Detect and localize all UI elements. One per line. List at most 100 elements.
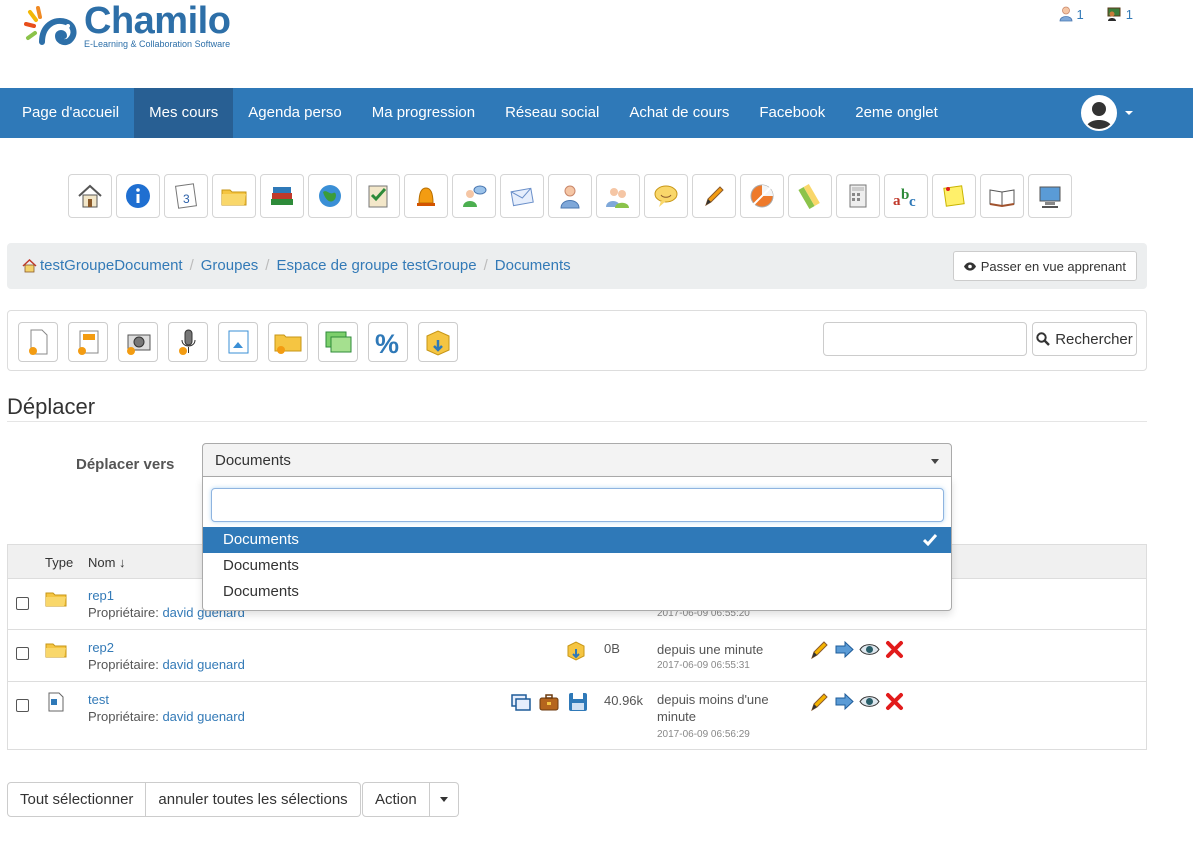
dropdown-option[interactable]: Documents [203, 579, 951, 605]
users-online-count: 1 [1076, 6, 1084, 22]
action-button[interactable]: Action [362, 782, 430, 817]
tool-documents[interactable] [212, 174, 256, 218]
owner-label: Propriétaire: [88, 657, 159, 672]
tool-announcements[interactable] [404, 174, 448, 218]
owner-link[interactable]: david guenard [162, 657, 244, 672]
tool-calendar[interactable]: 3 [164, 174, 208, 218]
move-arrow-icon[interactable] [834, 691, 855, 712]
edit-pencil-icon[interactable] [809, 691, 830, 712]
learner-view-button[interactable]: Passer en vue apprenant [952, 251, 1137, 281]
quota-button[interactable]: % [368, 322, 408, 362]
file-name-link[interactable]: rep2 [88, 640, 114, 655]
tool-description[interactable] [116, 174, 160, 218]
nav-item-second-tab[interactable]: 2eme onglet [840, 88, 953, 138]
move-arrow-icon[interactable] [834, 639, 855, 660]
svg-text:a: a [893, 193, 901, 209]
tool-links[interactable] [308, 174, 352, 218]
dropdown-search-input[interactable] [211, 488, 944, 522]
owner-link[interactable]: david guenard [162, 709, 244, 724]
nav-item-social[interactable]: Réseau social [490, 88, 614, 138]
action-button-group: Action [362, 782, 459, 817]
tool-exercises[interactable] [356, 174, 400, 218]
users-online-counter[interactable]: 1 [1059, 6, 1084, 22]
dropdown-option[interactable]: Documents [203, 527, 951, 553]
tool-learning-paths[interactable] [260, 174, 304, 218]
select-all-button[interactable]: Tout sélectionner [7, 782, 147, 817]
pie-icon [750, 184, 774, 208]
tool-home[interactable] [68, 174, 112, 218]
create-image-button[interactable] [118, 322, 158, 362]
preview-button[interactable] [510, 691, 532, 716]
avatar-silhouette-icon [1086, 102, 1112, 129]
tool-groups[interactable] [596, 174, 640, 218]
edit-pencil-icon[interactable] [809, 639, 830, 660]
eye-icon[interactable] [859, 691, 880, 712]
logo-subtitle: E-Learning & Collaboration Software [84, 39, 231, 49]
nav-item-agenda[interactable]: Agenda perso [233, 88, 356, 138]
eye-icon[interactable] [859, 639, 880, 660]
tool-glossary[interactable]: abc [884, 174, 928, 218]
action-dropdown-toggle[interactable] [429, 782, 459, 817]
breadcrumb-groups[interactable]: Groupes [201, 257, 259, 274]
info-icon [126, 184, 150, 208]
file-name-link[interactable]: rep1 [88, 588, 114, 603]
breadcrumb-documents[interactable]: Documents [495, 257, 571, 274]
create-document-button[interactable] [18, 322, 58, 362]
tool-notebook[interactable] [932, 174, 976, 218]
row-checkbox[interactable] [16, 597, 29, 610]
move-to-select[interactable]: Documents [202, 443, 952, 477]
slideshow-button[interactable] [318, 322, 358, 362]
folder-icon [45, 640, 67, 663]
create-template-button[interactable] [68, 322, 108, 362]
file-name-link[interactable]: test [88, 692, 109, 707]
column-header-type[interactable]: Type [45, 555, 73, 570]
folder-icon [45, 589, 67, 612]
dropdown-option[interactable]: Documents [203, 553, 951, 579]
row-checkbox[interactable] [16, 647, 29, 660]
download-all-button[interactable] [418, 322, 458, 362]
nav-item-buy-courses[interactable]: Achat de cours [614, 88, 744, 138]
divider [7, 421, 1147, 422]
new-image-icon [127, 334, 151, 355]
breadcrumb-course[interactable]: testGroupeDocument [40, 257, 183, 274]
row-checkbox[interactable] [16, 699, 29, 712]
tool-forums[interactable] [452, 174, 496, 218]
tool-gradebook[interactable] [836, 174, 880, 218]
globe-icon [319, 185, 341, 207]
delete-icon[interactable] [884, 691, 905, 712]
search-button[interactable]: Rechercher [1032, 322, 1137, 356]
record-audio-button[interactable] [168, 322, 208, 362]
user-menu[interactable] [1081, 95, 1133, 131]
tool-wiki[interactable] [788, 174, 832, 218]
chevron-down-icon [439, 797, 448, 802]
search-input[interactable] [823, 322, 1027, 356]
nav-item-facebook[interactable]: Facebook [744, 88, 840, 138]
upload-document-button[interactable] [218, 322, 258, 362]
tool-surveys[interactable] [740, 174, 784, 218]
breadcrumb-group-space[interactable]: Espace de groupe testGroupe [276, 257, 476, 274]
chamilo-logo[interactable]: Chamilo E-Learning & Collaboration Softw… [22, 0, 262, 58]
nav-item-my-courses[interactable]: Mes cours [134, 88, 234, 138]
learner-view-label: Passer en vue apprenant [980, 258, 1126, 274]
download-folder-button[interactable] [565, 639, 587, 664]
save-file-button[interactable] [567, 691, 589, 716]
create-folder-button[interactable] [268, 322, 308, 362]
delete-icon[interactable] [884, 639, 905, 660]
window-icon [511, 694, 531, 711]
add-to-portfolio-button[interactable] [538, 691, 560, 716]
notes-icon [943, 185, 965, 207]
nav-item-home[interactable]: Page d'accueil [7, 88, 134, 138]
books-icon [271, 187, 293, 205]
date-relative: depuis une minute [657, 642, 764, 657]
nav-item-progress[interactable]: Ma progression [357, 88, 490, 138]
tool-assignments[interactable] [692, 174, 736, 218]
tool-users[interactable] [548, 174, 592, 218]
column-header-name[interactable]: Nom ↓ [88, 555, 126, 570]
file-size: 40.96k [604, 693, 644, 708]
teachers-online-counter[interactable]: 1 [1106, 6, 1133, 22]
tool-dropbox[interactable] [500, 174, 544, 218]
tool-attendance[interactable] [980, 174, 1024, 218]
unselect-all-button[interactable]: annuler toutes les sélections [146, 782, 361, 817]
tool-chat[interactable] [644, 174, 688, 218]
tool-course-progress[interactable] [1028, 174, 1072, 218]
